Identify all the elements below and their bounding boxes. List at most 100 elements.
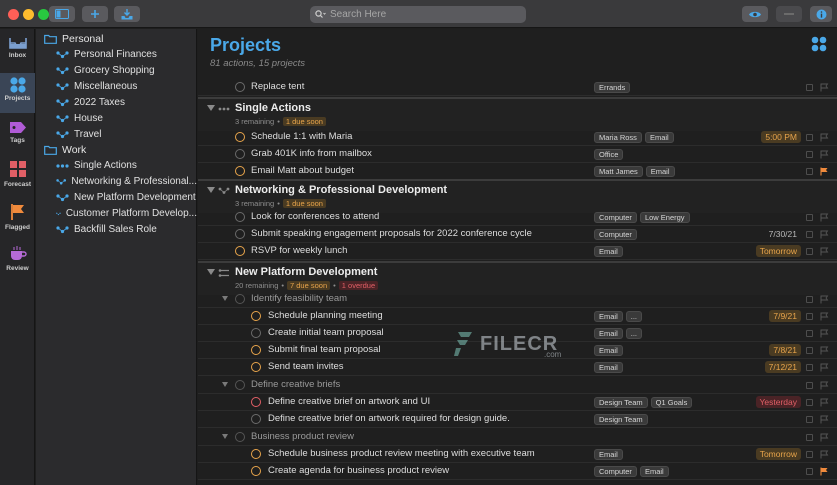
- sidebar-item-miscellaneous[interactable]: Miscellaneous: [56, 81, 197, 92]
- due-date[interactable]: 7/30/21: [765, 228, 801, 240]
- tag-chip[interactable]: Errands: [594, 82, 631, 93]
- flag-icon[interactable]: [820, 150, 829, 159]
- action-title[interactable]: RSVP for weekly lunch: [251, 245, 347, 256]
- table-row[interactable]: Define creative brief on artwork require…: [198, 411, 837, 428]
- tag-chip[interactable]: Email: [594, 345, 623, 356]
- tag-chip[interactable]: Maria Ross: [594, 132, 642, 143]
- tag-chip[interactable]: Low Energy: [639, 212, 690, 223]
- flag-icon[interactable]: [820, 363, 829, 372]
- tag-chip[interactable]: Email: [594, 449, 623, 460]
- table-row[interactable]: Email Matt about budget Matt James Email: [198, 163, 837, 180]
- table-row[interactable]: RSVP for weekly lunch Email Tomorrow: [198, 243, 837, 260]
- inspector-button[interactable]: [810, 6, 832, 22]
- disclosure-triangle[interactable]: [222, 382, 228, 387]
- action-title[interactable]: Define creative brief on artwork require…: [268, 413, 510, 424]
- status-circle[interactable]: [235, 380, 245, 390]
- status-circle[interactable]: [235, 432, 245, 442]
- flag-icon[interactable]: [820, 398, 829, 407]
- flag-icon[interactable]: [820, 346, 829, 355]
- perspective-projects[interactable]: Projects: [0, 73, 35, 113]
- sidebar-folder-work[interactable]: Work: [44, 144, 86, 156]
- sidebar-item-grocery-shopping[interactable]: Grocery Shopping: [56, 65, 197, 76]
- disclosure-triangle[interactable]: [207, 187, 215, 193]
- project-header-networking[interactable]: Networking & Professional Development 3 …: [198, 179, 837, 213]
- flag-icon[interactable]: [820, 213, 829, 222]
- status-circle[interactable]: [235, 294, 245, 304]
- tag-chip[interactable]: Matt James: [594, 166, 643, 177]
- group-title[interactable]: Identify feasibility team: [251, 293, 347, 304]
- flag-icon[interactable]: [820, 83, 829, 92]
- due-date[interactable]: 7/12/21: [764, 361, 801, 373]
- sidebar-item-new-platform-development[interactable]: New Platform Development: [56, 192, 197, 203]
- tag-chip[interactable]: Email: [594, 246, 623, 257]
- action-group-row[interactable]: Define creative briefs: [198, 377, 837, 394]
- project-header-single-actions[interactable]: Single Actions 3 remaining • 1 due soon: [198, 97, 837, 131]
- flag-icon[interactable]: [820, 329, 829, 338]
- table-row[interactable]: Schedule business product review meeting…: [198, 446, 837, 463]
- sidebar-item-backfill-sales-role[interactable]: Backfill Sales Role: [56, 224, 197, 235]
- action-title[interactable]: Send team invites: [268, 361, 344, 372]
- action-title[interactable]: Email Matt about budget: [251, 165, 354, 176]
- tag-chip[interactable]: Design Team: [594, 414, 648, 425]
- tag-chip[interactable]: ...: [625, 328, 643, 339]
- status-circle[interactable]: [251, 466, 261, 476]
- note-icon[interactable]: [806, 330, 813, 337]
- flag-icon[interactable]: [820, 381, 829, 390]
- disclosure-triangle[interactable]: [207, 269, 215, 275]
- status-circle[interactable]: [235, 246, 245, 256]
- close-window-button[interactable]: [8, 9, 19, 20]
- disclosure-triangle[interactable]: [222, 296, 228, 301]
- table-row[interactable]: Submit speaking engagement proposals for…: [198, 226, 837, 243]
- sidebar-item-networking[interactable]: Networking & Professional...: [56, 176, 197, 187]
- view-options-button[interactable]: [742, 6, 768, 22]
- table-row[interactable]: Schedule 1:1 with Maria Maria Ross Email …: [198, 129, 837, 146]
- action-title[interactable]: Create initial team proposal: [268, 327, 384, 338]
- action-title[interactable]: Create agenda for business product revie…: [268, 465, 449, 476]
- due-date[interactable]: Tomorrow: [755, 448, 801, 460]
- action-title[interactable]: Schedule business product review meeting…: [268, 448, 535, 459]
- disclosure-triangle[interactable]: [222, 434, 228, 439]
- note-icon[interactable]: [806, 313, 813, 320]
- action-title[interactable]: Schedule planning meeting: [268, 310, 383, 321]
- action-title[interactable]: Look for conferences to attend: [251, 211, 379, 222]
- status-circle[interactable]: [251, 345, 261, 355]
- search-field[interactable]: [310, 6, 526, 23]
- table-row[interactable]: Send team invites Email 7/12/21: [198, 359, 837, 376]
- quick-entry-button[interactable]: [114, 6, 140, 22]
- tag-chip[interactable]: Design Team: [594, 397, 648, 408]
- project-header-new-platform[interactable]: New Platform Development 20 remaining • 7 …: [198, 261, 837, 295]
- project-title[interactable]: Single Actions: [235, 102, 311, 114]
- note-icon[interactable]: [806, 364, 813, 371]
- sidebar-item-personal-finances[interactable]: Personal Finances: [56, 49, 197, 60]
- tag-chip[interactable]: Email: [639, 466, 669, 477]
- status-circle[interactable]: [235, 212, 245, 222]
- status-circle[interactable]: [251, 397, 261, 407]
- action-title[interactable]: Define creative brief on artwork and UI: [268, 396, 430, 407]
- tag-chip[interactable]: Office: [594, 149, 624, 160]
- sidebar-item-customer-platform[interactable]: Customer Platform Develop...: [56, 208, 197, 219]
- perspective-forecast[interactable]: Forecast: [0, 158, 35, 198]
- group-title[interactable]: Define creative briefs: [251, 379, 340, 390]
- tag-chip[interactable]: Email: [594, 328, 623, 339]
- sidebar-item-house[interactable]: House: [56, 113, 197, 124]
- flag-icon[interactable]: [820, 433, 829, 442]
- table-row[interactable]: Look for conferences to attend Computer L…: [198, 209, 837, 226]
- action-group-row[interactable]: Business product review: [198, 429, 837, 446]
- note-icon[interactable]: [806, 399, 813, 406]
- tag-chip[interactable]: Email: [594, 362, 623, 373]
- status-circle[interactable]: [251, 449, 261, 459]
- status-circle[interactable]: [235, 132, 245, 142]
- status-circle[interactable]: [251, 362, 261, 372]
- due-date[interactable]: 7/9/21: [769, 310, 801, 322]
- search-input[interactable]: [330, 9, 510, 20]
- perspective-tags[interactable]: Tags: [0, 117, 35, 157]
- tag-chip[interactable]: Computer: [594, 212, 637, 223]
- note-icon[interactable]: [806, 451, 813, 458]
- table-row[interactable]: Schedule planning meeting Email... 7/9/2…: [198, 308, 837, 325]
- action-title[interactable]: Submit speaking engagement proposals for…: [251, 228, 532, 239]
- note-icon[interactable]: [806, 296, 813, 303]
- flag-icon[interactable]: [820, 230, 829, 239]
- tag-chip[interactable]: Email: [644, 132, 674, 143]
- minimize-window-button[interactable]: [23, 9, 34, 20]
- note-icon[interactable]: [806, 231, 813, 238]
